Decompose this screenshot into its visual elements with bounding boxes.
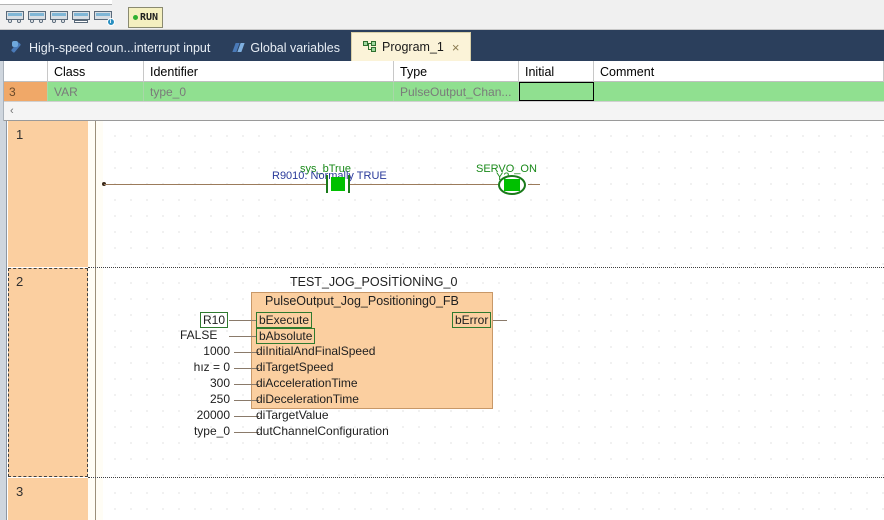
output-pin-berror[interactable]: bError <box>452 312 492 328</box>
plc-status-info-icon[interactable]: i <box>92 5 115 27</box>
rung-number-1[interactable]: 1 <box>8 121 88 267</box>
rung-number-label: 2 <box>16 274 24 289</box>
ladder-diagram-canvas[interactable]: 1 sys_bTrue R9010: Normally TRUE SERVO_O… <box>0 121 884 520</box>
input-pin-ditargetvalue[interactable]: diTargetValue <box>256 408 329 422</box>
rung-gap-2 <box>88 268 103 477</box>
input-value-babsolute[interactable]: FALSE <box>180 328 217 342</box>
run-button-label: RUN <box>140 12 159 23</box>
toolbar-icon-group: i RUN <box>0 4 164 28</box>
wire-segment <box>104 184 326 185</box>
ladder-left-gutter <box>0 121 7 520</box>
column-header-identifier: Identifier <box>144 61 394 82</box>
wire-segment <box>350 184 498 185</box>
plc-download-glyph <box>71 9 90 23</box>
rung-number-2[interactable]: 2 <box>8 268 88 477</box>
column-header-type: Type <box>394 61 519 82</box>
scroll-left-icon[interactable]: ‹ <box>4 105 14 117</box>
tab-label: Program_1 <box>382 40 444 54</box>
normally-open-contact[interactable] <box>326 175 350 193</box>
pin-lead <box>229 320 259 321</box>
tab-global-variables[interactable]: Global variables <box>221 34 351 61</box>
input-value-diaccelerationtime[interactable]: 300 <box>188 376 230 390</box>
rung-number-label: 3 <box>16 484 24 499</box>
input-value-ditargetspeed[interactable]: hız = 0 <box>178 360 230 374</box>
variable-table-horizontal-scrollbar[interactable]: ‹ <box>4 101 884 120</box>
input-value-dutchannelconfiguration[interactable]: type_0 <box>178 424 230 438</box>
variables-icon <box>232 41 246 54</box>
column-header-comment: Comment <box>594 61 884 82</box>
program-block-icon <box>363 41 377 53</box>
info-badge-icon: i <box>106 18 115 26</box>
column-header-class: Class <box>48 61 144 82</box>
tab-program-1[interactable]: Program_1 × <box>351 32 472 61</box>
wrench-icon <box>10 41 24 54</box>
tab-label: Global variables <box>250 40 341 55</box>
rung-canvas-2[interactable]: TEST_JOG_POSİTİONİNG_0 PulseOutput_Jog_P… <box>104 268 884 477</box>
pin-lead <box>493 320 507 321</box>
rung-canvas-3[interactable] <box>104 478 884 520</box>
plc-online-glyph <box>5 9 24 23</box>
input-value-bexecute[interactable]: R10 <box>200 312 229 328</box>
plc-monitor-icon[interactable] <box>48 5 69 27</box>
table-row[interactable]: 3 VAR type_0 PulseOutput_Chan... <box>4 82 884 101</box>
input-pin-babsolute[interactable]: bAbsolute <box>256 328 316 344</box>
plc-status-info-glyph: i <box>93 9 115 26</box>
run-button[interactable]: RUN <box>128 7 164 28</box>
tab-label: High-speed coun...interrupt input <box>29 40 211 55</box>
row-index-cell: 3 <box>4 82 48 101</box>
pin-lead <box>229 336 259 337</box>
rung-gap-1 <box>88 121 103 267</box>
plc-online-icon[interactable] <box>4 5 25 27</box>
run-status-dot-icon <box>133 15 138 20</box>
output-coil[interactable] <box>498 175 526 195</box>
editor-tab-bar: High-speed coun...interrupt input Global… <box>0 30 884 61</box>
tab-high-speed-counter[interactable]: High-speed coun...interrupt input <box>0 34 221 61</box>
cell-identifier[interactable]: type_0 <box>144 82 394 101</box>
variable-table-header: Class Identifier Type Initial Comment <box>4 61 884 82</box>
input-pin-didecelerationtime[interactable]: diDecelerationTime <box>256 392 359 406</box>
input-pin-bexecute[interactable]: bExecute <box>256 312 313 328</box>
plc-offline-glyph <box>27 9 46 23</box>
column-header-initial: Initial <box>519 61 594 82</box>
input-pin-diaccelerationtime[interactable]: diAccelerationTime <box>256 376 358 390</box>
toolbar: i RUN <box>0 0 884 30</box>
rung-number-label: 1 <box>16 127 24 142</box>
input-value-dideceleration time[interactable]: 250 <box>188 392 230 406</box>
input-value-ditargetvalue[interactable]: 20000 <box>178 408 230 422</box>
rung-canvas-1[interactable]: sys_bTrue R9010: Normally TRUE SERVO_ON … <box>102 121 884 267</box>
fb-type-name: PulseOutput_Jog_Positioning0_FB <box>265 294 459 308</box>
plc-download-icon[interactable] <box>70 5 91 27</box>
plc-monitor-glyph <box>49 9 68 23</box>
input-pin-diinitialandfinalspeed[interactable]: diInitialAndFinalSpeed <box>256 344 375 358</box>
rung-gap-3 <box>88 478 103 520</box>
cell-type[interactable]: PulseOutput_Chan... <box>394 82 519 101</box>
variable-declaration-table: Class Identifier Type Initial Comment 3 … <box>0 61 884 121</box>
cell-class[interactable]: VAR <box>48 82 144 101</box>
plc-ladder-editor-window: i RUN High-speed coun...interrupt input … <box>0 0 884 520</box>
close-icon[interactable]: × <box>449 40 460 55</box>
input-value-diinitialandfinalspeed[interactable]: 1000 <box>188 344 230 358</box>
column-header-index <box>4 61 48 82</box>
plc-offline-icon[interactable] <box>26 5 47 27</box>
cell-initial[interactable] <box>519 82 594 101</box>
cell-comment[interactable] <box>594 82 884 101</box>
rung-number-3[interactable]: 3 <box>8 478 88 520</box>
wire-segment <box>528 184 540 185</box>
input-pin-ditargetspeed[interactable]: diTargetSpeed <box>256 360 333 374</box>
input-pin-dutchannelconfiguration[interactable]: dutChannelConfiguration <box>256 424 389 438</box>
fb-instance-name: TEST_JOG_POSİTİONİNG_0 <box>290 275 458 289</box>
